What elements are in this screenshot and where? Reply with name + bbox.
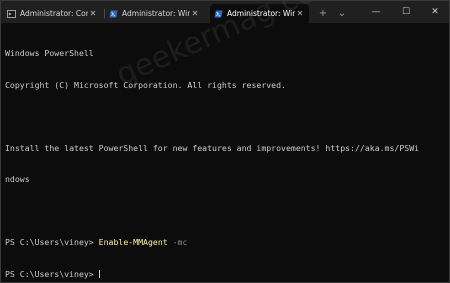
tab-powershell-1[interactable]: Administrator: Windo ✕ — [105, 4, 204, 23]
tab-label: Administrator: Windo — [227, 9, 295, 18]
output-line: Install the latest PowerShell for new fe… — [5, 142, 420, 153]
tab-command-prompt[interactable]: Administrator: Comm ✕ — [3, 4, 102, 23]
command-name: Enable-MMAgent — [98, 237, 168, 247]
prompt: PS C:\Users\viney> — [5, 268, 99, 279]
tab-label: Administrator: Comm — [20, 9, 88, 18]
maximize-button[interactable]: ☐ — [391, 1, 421, 23]
minimize-button[interactable]: — — [361, 1, 391, 23]
text-cursor — [98, 269, 100, 278]
output-line: Copyright (C) Microsoft Corporation. All… — [5, 79, 286, 90]
tab-powershell-2[interactable]: Administrator: Windo ✕ — [210, 4, 309, 23]
tab-close-icon[interactable]: ✕ — [88, 9, 98, 18]
cmd-icon — [7, 9, 16, 18]
command-line: PS C:\Users\viney> Enable-MMAgent -mc — [5, 237, 445, 248]
terminal-window: Administrator: Comm ✕ Administrator: Win… — [0, 0, 450, 283]
dropdown-chevron-icon[interactable]: ⌄ — [335, 5, 349, 21]
output-line: Windows PowerShell — [5, 48, 94, 58]
new-tab-button[interactable]: + — [316, 5, 330, 21]
prompt: PS C:\Users\viney> — [5, 237, 99, 247]
tab-label: Administrator: Windo — [122, 9, 190, 18]
input-line[interactable]: PS C:\Users\viney> — [5, 269, 445, 280]
terminal-output[interactable]: Windows PowerShell Copyright (C) Microso… — [5, 27, 445, 280]
powershell-icon — [109, 9, 118, 18]
output-line: ndows — [5, 174, 30, 184]
powershell-icon — [214, 9, 223, 18]
title-bar: Administrator: Comm ✕ Administrator: Win… — [1, 1, 449, 23]
close-button[interactable]: ✕ — [420, 1, 449, 23]
tab-close-icon[interactable]: ✕ — [295, 9, 305, 18]
command-parameter: -mc — [167, 237, 188, 247]
tab-close-icon[interactable]: ✕ — [190, 9, 200, 18]
